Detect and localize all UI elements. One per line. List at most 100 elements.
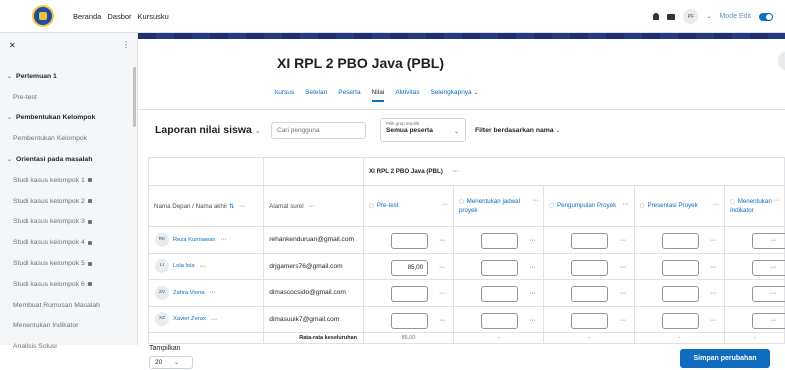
grade-input[interactable]: 85,00 [391, 259, 429, 276]
sidebar-item[interactable]: Pre-test [0, 87, 133, 108]
per-page-select[interactable]: 20 ⌄ [149, 356, 193, 369]
nav-link-beranda[interactable]: Beranda [73, 12, 101, 21]
grade-input[interactable] [480, 312, 518, 329]
column-menu-icon[interactable]: ⋯ [713, 201, 719, 208]
mode-edit-toggle[interactable] [759, 12, 773, 21]
grade-input[interactable] [571, 259, 609, 276]
grade-item-header[interactable]: ▢ Pengumpulan Proyek ⋯ [543, 185, 635, 227]
cell-menu-icon[interactable]: ⋯ [620, 290, 626, 297]
block-drawer-toggle[interactable] [778, 51, 785, 71]
avatar[interactable]: ZV [155, 285, 169, 300]
tab-selengkapnya[interactable]: Selengkapnya ⌄ [430, 89, 478, 102]
user-search-input[interactable]: Cari pengguna [271, 122, 366, 139]
chevron-down-icon[interactable]: ⌄ [7, 156, 12, 163]
column-menu-icon[interactable]: ⋯ [308, 203, 314, 210]
cell-menu-icon[interactable]: ⋯ [529, 317, 535, 324]
student-name-link[interactable]: Reza Kurniawan [173, 237, 216, 243]
column-menu-icon[interactable]: ⋯ [239, 203, 245, 210]
sort-icon[interactable]: ⇅ [229, 203, 234, 210]
sidebar-item[interactable]: Studi kasus kelompok 6 [0, 274, 133, 295]
cell-menu-icon[interactable]: ⋯ [439, 237, 445, 244]
tab-setelan[interactable]: Setelan [305, 89, 327, 102]
grade-input[interactable] [751, 259, 785, 276]
cell-menu-icon[interactable]: ⋯ [620, 317, 626, 324]
avatar[interactable]: LI [155, 259, 169, 274]
row-menu-icon[interactable]: ⋯ [211, 316, 217, 323]
site-logo[interactable] [32, 5, 54, 27]
sidebar-section[interactable]: ⌄ Orientasi pada masalah [0, 149, 133, 170]
chevron-down-icon[interactable]: ⌄ [7, 114, 12, 121]
cell-menu-icon[interactable]: ⋯ [710, 237, 716, 244]
tab-aktivitas[interactable]: Aktivitas [395, 89, 419, 102]
email-column-header[interactable]: Alamat surel ⋯ [263, 185, 365, 227]
nav-link-kursusku[interactable]: Kursusku [138, 12, 169, 21]
sidebar-item[interactable]: Menentukan Indikator [0, 316, 133, 337]
grade-input[interactable] [751, 312, 785, 329]
student-name-link[interactable]: Zahra Viona [173, 290, 204, 296]
grade-input[interactable] [391, 233, 429, 249]
cell-menu-icon[interactable]: ⋯ [439, 290, 445, 297]
chat-icon[interactable] [667, 13, 676, 20]
grade-input[interactable] [661, 259, 699, 276]
row-menu-icon[interactable]: ⋯ [200, 263, 206, 270]
report-selector[interactable]: Laporan nilai siswa ⌄ [155, 124, 261, 136]
cell-menu-icon[interactable]: ⋯ [770, 290, 776, 297]
user-avatar[interactable]: PF [683, 9, 699, 24]
close-icon[interactable]: ✕ [9, 41, 16, 50]
cell-menu-icon[interactable]: ⋯ [439, 317, 445, 324]
sidebar-section[interactable]: ⌄ Pertemuan 1 [0, 66, 133, 87]
nav-link-dasbor[interactable]: Dasbor [107, 12, 131, 21]
kebab-menu-icon[interactable]: ⋮ [122, 40, 130, 49]
sidebar-scrollbar[interactable] [133, 67, 136, 127]
grade-input[interactable] [661, 286, 699, 302]
student-name-link[interactable]: Lola lola [173, 263, 195, 269]
grade-input[interactable] [751, 286, 785, 302]
student-name-link[interactable]: Xavier Zerax [173, 316, 206, 322]
cell-menu-icon[interactable]: ⋯ [439, 264, 445, 271]
row-menu-icon[interactable]: ⋯ [209, 289, 215, 296]
cell-menu-icon[interactable]: ⋯ [620, 264, 626, 271]
grade-input[interactable] [571, 312, 609, 329]
grade-input[interactable] [661, 233, 699, 249]
cell-menu-icon[interactable]: ⋯ [770, 264, 776, 271]
grade-item-header[interactable]: ▢ Pre-test ⋯ [363, 185, 454, 227]
grade-item-label[interactable]: Presentasi Proyek [647, 202, 697, 209]
avatar[interactable]: RK [155, 232, 169, 247]
grade-input[interactable] [751, 233, 785, 249]
grade-input[interactable] [480, 259, 518, 276]
group-selector[interactable]: Pilih grup terpilih Semua peserta ⌄ [380, 118, 466, 142]
grade-input[interactable] [661, 312, 699, 329]
sidebar-item[interactable]: Studi kasus kelompok 4 [0, 232, 133, 253]
grade-input[interactable] [571, 286, 609, 302]
sidebar-section[interactable]: ⌄ Pembentukan Kelompok [0, 108, 133, 129]
sidebar-item[interactable]: Studi kasus kelompok 1 [0, 170, 133, 191]
cell-menu-icon[interactable]: ⋯ [770, 317, 776, 324]
grade-input[interactable] [480, 286, 518, 302]
name-column-header[interactable]: Nama Depan / Nama akhir ⇅ ⋯ [147, 185, 265, 227]
sidebar-item[interactable]: Studi kasus kelompok 5 [0, 253, 133, 274]
column-menu-icon[interactable]: ⋯ [442, 201, 448, 208]
grade-item-label[interactable]: Menentukan jadwal proyek [459, 198, 520, 215]
grade-item-label[interactable]: Menentukan Indikator [730, 198, 772, 215]
name-filter-dropdown[interactable]: Filter berdasarkan nama ⌄ [475, 127, 561, 134]
grade-input[interactable] [571, 233, 609, 249]
cell-menu-icon[interactable]: ⋯ [770, 237, 776, 244]
tab-nilai[interactable]: Nilai [371, 89, 385, 102]
column-menu-icon[interactable]: ⋯ [532, 197, 538, 204]
column-menu-icon[interactable]: ⋯ [623, 201, 629, 208]
cell-menu-icon[interactable]: ⋯ [710, 317, 716, 324]
bell-icon[interactable] [653, 13, 660, 20]
column-menu-icon[interactable]: ⋯ [773, 197, 779, 204]
grade-input[interactable] [391, 286, 429, 302]
grade-item-header[interactable]: ▢ Menentukan Indikator ⋯ [723, 185, 785, 227]
sidebar-item[interactable]: Analisis Solusi [0, 336, 133, 357]
sidebar-item[interactable]: Pembentukan Kelompok [0, 128, 133, 149]
grade-input[interactable] [391, 312, 429, 329]
cell-menu-icon[interactable]: ⋯ [710, 264, 716, 271]
avatar[interactable]: XZ [155, 312, 169, 327]
sidebar-item[interactable]: Studi kasus kelompok 3 [0, 212, 133, 233]
grade-input[interactable] [480, 233, 518, 249]
cell-menu-icon[interactable]: ⋯ [529, 237, 535, 244]
row-menu-icon[interactable]: ⋯ [221, 236, 227, 243]
grade-item-header[interactable]: ▢ Presentasi Proyek ⋯ [633, 185, 725, 227]
